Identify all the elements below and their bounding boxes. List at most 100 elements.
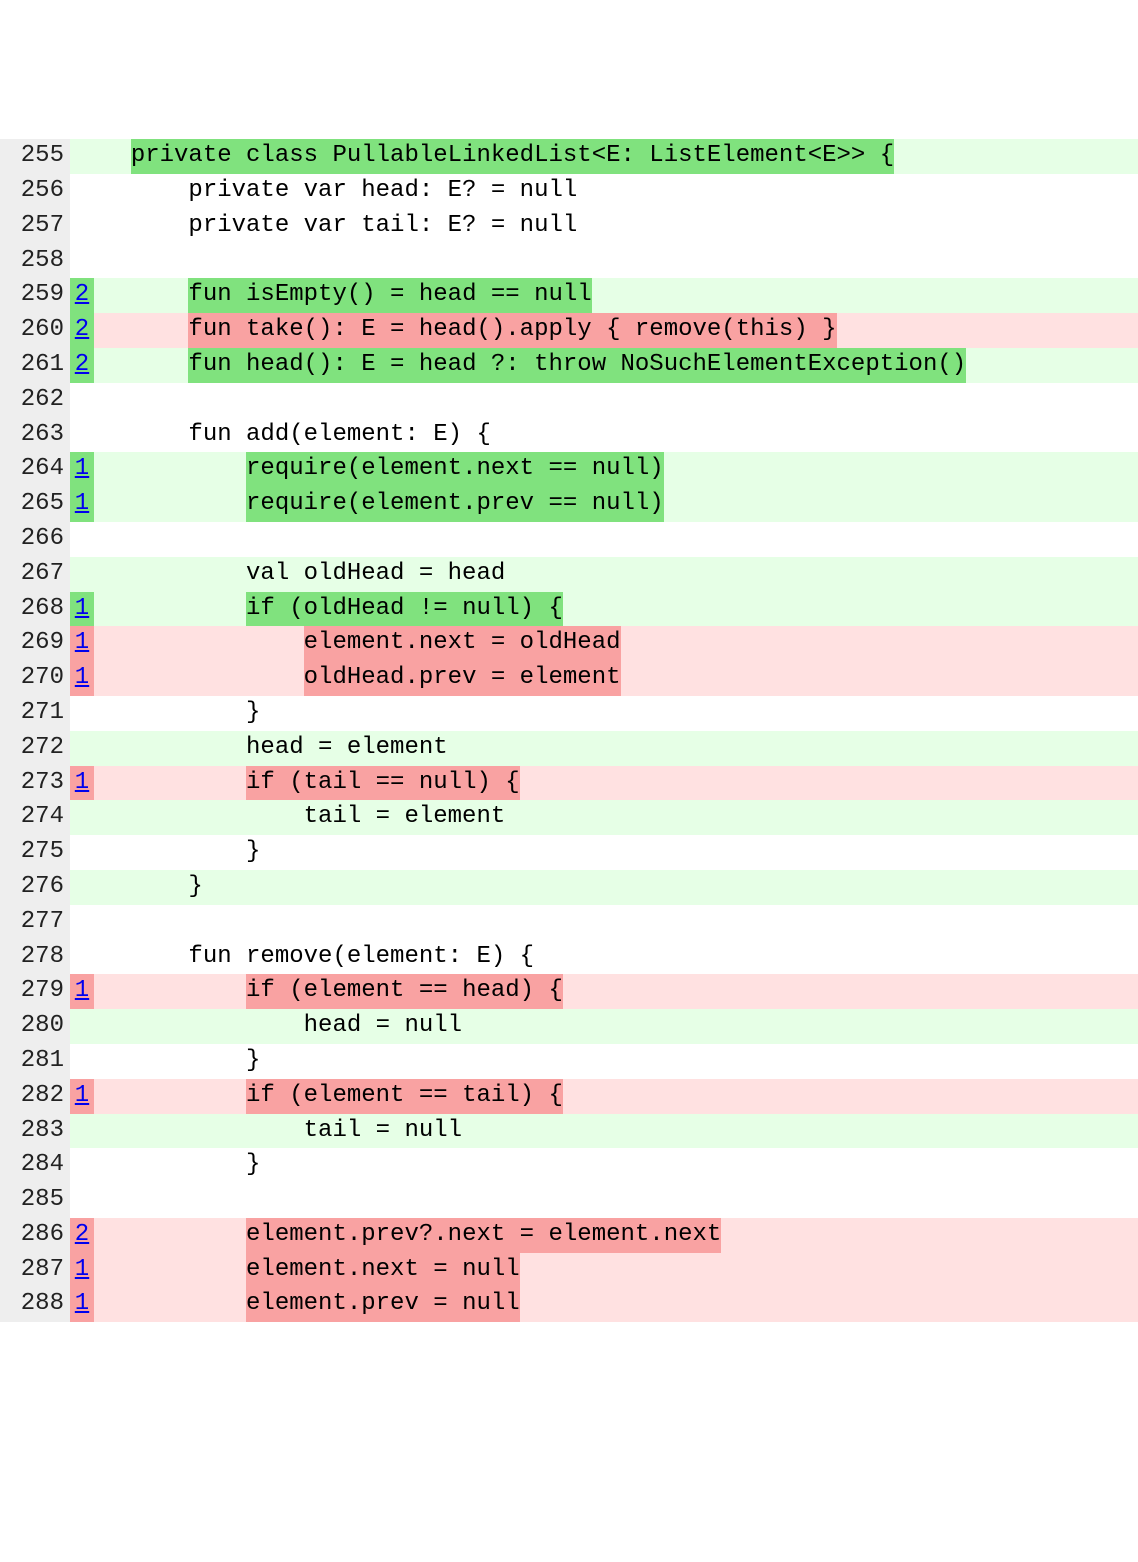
code-content: element.prev = null — [94, 1287, 1138, 1322]
code-content: } — [94, 1044, 1138, 1079]
coverage-annotation[interactable]: 1 — [70, 974, 94, 1009]
code-line: 284 } — [0, 1148, 1138, 1183]
line-number: 263 — [0, 418, 70, 453]
coverage-annotation — [70, 418, 94, 453]
coverage-annotation[interactable]: 1 — [70, 592, 94, 627]
line-number: 282 — [0, 1079, 70, 1114]
coverage-annotation — [70, 905, 94, 940]
code-line: 263 fun add(element: E) { — [0, 418, 1138, 453]
line-number: 279 — [0, 974, 70, 1009]
code-segment: element.prev?.next = element.next — [246, 1218, 721, 1253]
code-segment: head = null — [102, 1012, 462, 1039]
code-segment: fun take(): E = head().apply { remove(th… — [188, 313, 836, 348]
coverage-count-link[interactable]: 1 — [75, 977, 89, 1004]
coverage-annotation[interactable]: 1 — [70, 626, 94, 661]
code-segment: if (element == tail) { — [246, 1079, 563, 1114]
coverage-annotation — [70, 209, 94, 244]
line-number: 278 — [0, 940, 70, 975]
line-number: 269 — [0, 626, 70, 661]
coverage-count-link[interactable]: 1 — [75, 629, 89, 656]
coverage-annotation — [70, 1148, 94, 1183]
coverage-annotation[interactable]: 1 — [70, 452, 94, 487]
code-segment — [102, 977, 246, 1004]
code-line: 262 — [0, 383, 1138, 418]
line-number: 274 — [0, 800, 70, 835]
line-number: 276 — [0, 870, 70, 905]
line-number: 281 — [0, 1044, 70, 1079]
coverage-annotation[interactable]: 1 — [70, 1079, 94, 1114]
code-line: 266 — [0, 522, 1138, 557]
coverage-annotation — [70, 1114, 94, 1149]
code-content: private var tail: E? = null — [94, 209, 1138, 244]
coverage-annotation — [70, 731, 94, 766]
coverage-annotation[interactable]: 2 — [70, 313, 94, 348]
code-segment — [102, 1290, 246, 1317]
coverage-count-link[interactable]: 1 — [75, 595, 89, 622]
code-segment: private class PullableLinkedList<E: List… — [131, 139, 894, 174]
coverage-annotation[interactable]: 1 — [70, 1253, 94, 1288]
code-segment: tail = null — [102, 1117, 462, 1144]
coverage-annotation[interactable]: 1 — [70, 661, 94, 696]
code-content: head = null — [94, 1009, 1138, 1044]
coverage-annotation — [70, 139, 94, 174]
coverage-annotation[interactable]: 1 — [70, 487, 94, 522]
code-segment — [102, 316, 188, 343]
coverage-count-link[interactable]: 1 — [75, 1082, 89, 1109]
coverage-count-link[interactable]: 1 — [75, 1290, 89, 1317]
code-segment: if (oldHead != null) { — [246, 592, 563, 627]
code-content: oldHead.prev = element — [94, 661, 1138, 696]
coverage-count-link[interactable]: 2 — [75, 281, 89, 308]
code-segment: require(element.next == null) — [246, 452, 664, 487]
code-segment — [102, 351, 188, 378]
coverage-annotation[interactable]: 2 — [70, 278, 94, 313]
coverage-count-link[interactable]: 2 — [75, 1221, 89, 1248]
coverage-annotation — [70, 174, 94, 209]
coverage-count-link[interactable]: 1 — [75, 664, 89, 691]
code-line: 2791 if (element == head) { — [0, 974, 1138, 1009]
code-line: 2871 element.next = null — [0, 1253, 1138, 1288]
code-content: private class PullableLinkedList<E: List… — [94, 139, 1138, 174]
code-content: tail = element — [94, 800, 1138, 835]
code-segment: element.next = oldHead — [304, 626, 621, 661]
coverage-count-link[interactable]: 1 — [75, 490, 89, 517]
code-line: 275 } — [0, 835, 1138, 870]
code-line: 2862 element.prev?.next = element.next — [0, 1218, 1138, 1253]
code-content: private var head: E? = null — [94, 174, 1138, 209]
code-line: 277 — [0, 905, 1138, 940]
code-segment — [102, 281, 188, 308]
code-content: fun remove(element: E) { — [94, 940, 1138, 975]
coverage-annotation — [70, 383, 94, 418]
coverage-count-link[interactable]: 1 — [75, 769, 89, 796]
code-content — [94, 905, 1138, 940]
coverage-annotation[interactable]: 2 — [70, 348, 94, 383]
code-segment — [102, 1221, 246, 1248]
code-content: head = element — [94, 731, 1138, 766]
line-number: 277 — [0, 905, 70, 940]
code-segment: fun remove(element: E) { — [102, 943, 534, 970]
code-line: 2592 fun isEmpty() = head == null — [0, 278, 1138, 313]
code-content: element.prev?.next = element.next — [94, 1218, 1138, 1253]
code-content: val oldHead = head — [94, 557, 1138, 592]
line-number: 264 — [0, 452, 70, 487]
code-segment: element.prev = null — [246, 1287, 520, 1322]
coverage-count-link[interactable]: 2 — [75, 316, 89, 343]
line-number: 260 — [0, 313, 70, 348]
coverage-count-link[interactable]: 1 — [75, 1256, 89, 1283]
coverage-annotation[interactable]: 1 — [70, 1287, 94, 1322]
coverage-annotation — [70, 835, 94, 870]
code-line: 278 fun remove(element: E) { — [0, 940, 1138, 975]
coverage-annotation[interactable]: 2 — [70, 1218, 94, 1253]
code-line: 285 — [0, 1183, 1138, 1218]
code-line: 257 private var tail: E? = null — [0, 209, 1138, 244]
coverage-count-link[interactable]: 2 — [75, 351, 89, 378]
coverage-annotation — [70, 870, 94, 905]
code-content: element.next = null — [94, 1253, 1138, 1288]
code-content: tail = null — [94, 1114, 1138, 1149]
coverage-annotation[interactable]: 1 — [70, 766, 94, 801]
code-segment: head = element — [102, 734, 448, 761]
coverage-count-link[interactable]: 1 — [75, 455, 89, 482]
line-number: 283 — [0, 1114, 70, 1149]
code-segment — [102, 664, 304, 691]
code-segment: } — [102, 838, 260, 865]
line-number: 275 — [0, 835, 70, 870]
